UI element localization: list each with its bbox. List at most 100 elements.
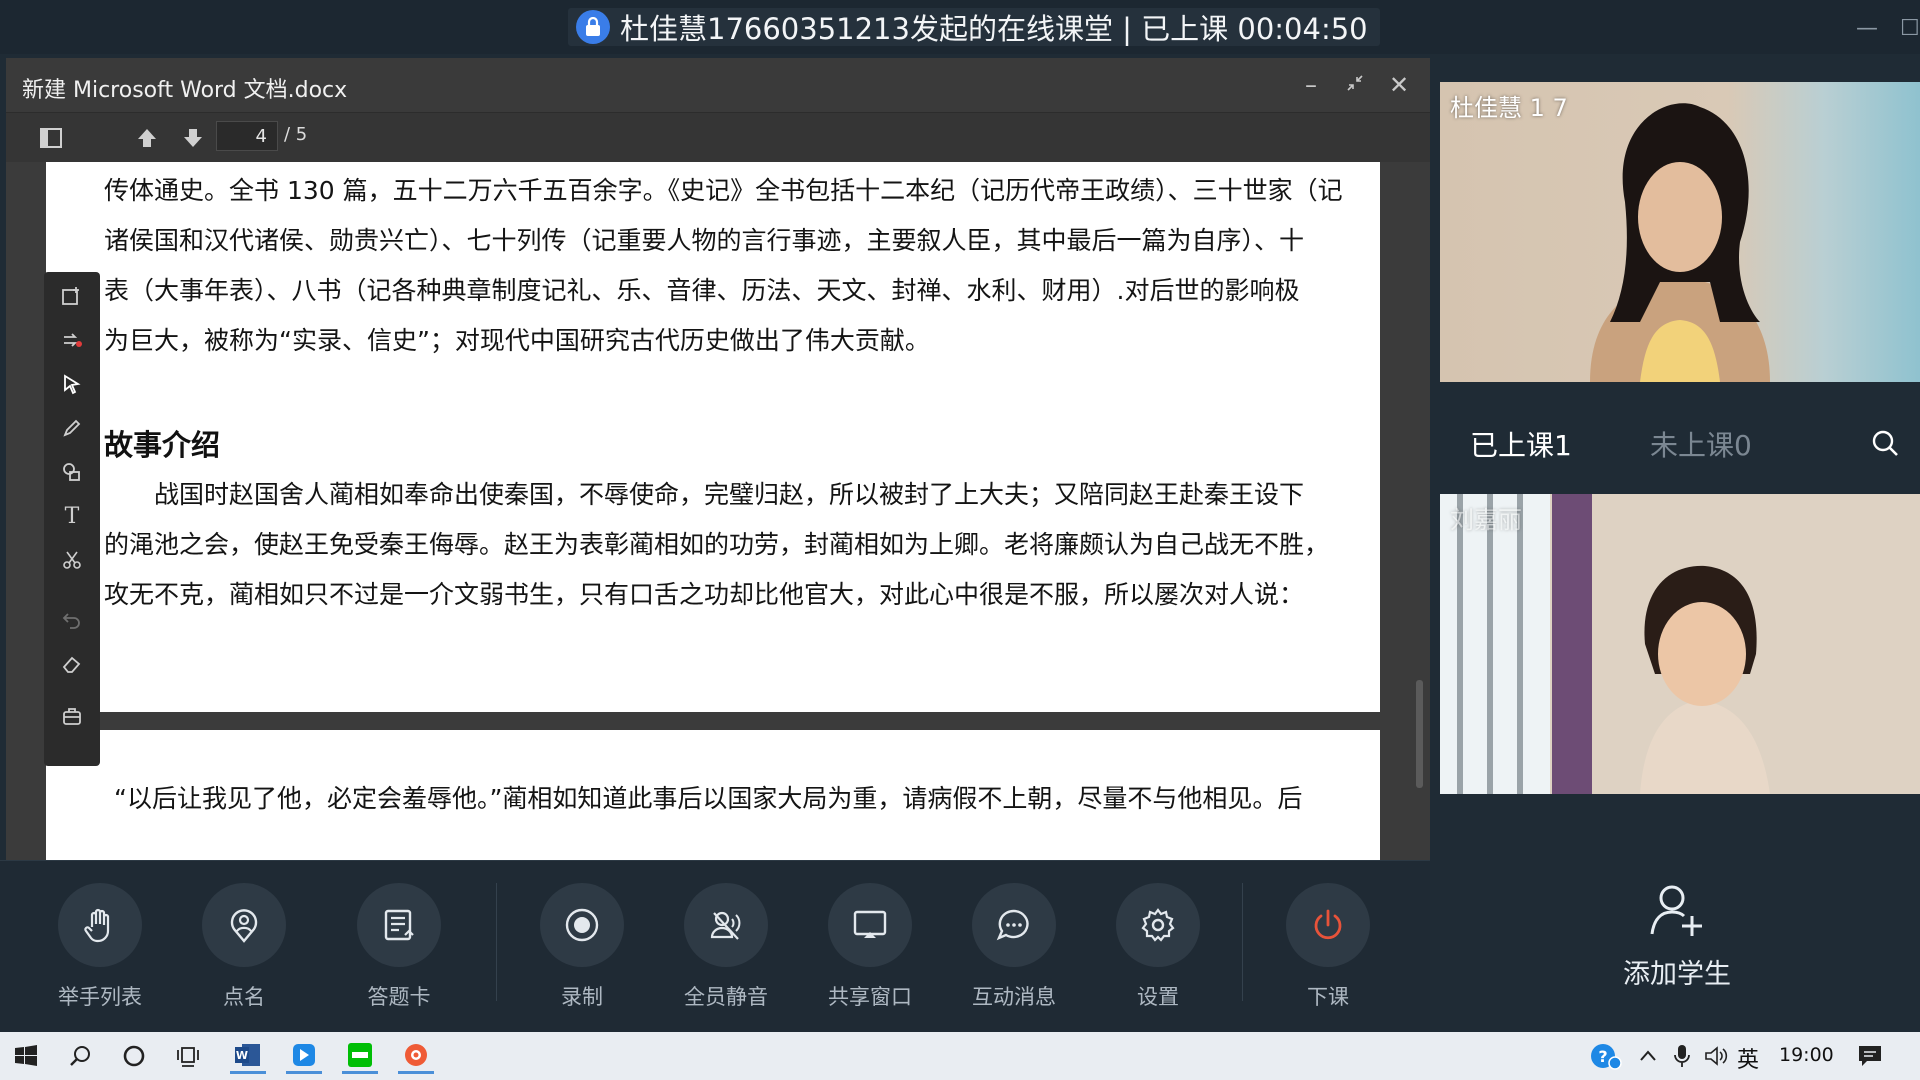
mute-all-button[interactable]: 全员静音 [666, 883, 786, 1011]
page-total: / 5 [284, 124, 308, 145]
document-viewer-window: 新建 Microsoft Word 文档.docx – ✕ / 5 传体通史。全… [6, 58, 1430, 860]
control-label: 下课 [1307, 985, 1349, 1009]
notification-icon[interactable] [1852, 1038, 1888, 1074]
control-label: 共享窗口 [828, 985, 912, 1009]
teacher-name: 杜佳慧 1 7 [1450, 94, 1568, 122]
sidebar-toggle-icon[interactable] [36, 123, 66, 153]
new-page-icon[interactable] [58, 282, 86, 310]
undo-icon[interactable] [58, 606, 86, 634]
doc-line: 诸侯国和汉代诸侯、勋贵兴亡）、七十列传（记重要人物的言行事迹，主要叙人臣，其中最… [104, 226, 1305, 255]
windows-start-icon[interactable] [8, 1038, 44, 1074]
doc-restore-icon[interactable] [1340, 70, 1370, 100]
hand-icon [58, 883, 142, 967]
svg-text:W: W [236, 1049, 248, 1062]
doc-close-icon[interactable]: ✕ [1384, 70, 1414, 100]
select-cursor-icon[interactable] [58, 370, 86, 398]
help-icon[interactable]: ? [1588, 1038, 1624, 1074]
page-up-icon[interactable] [132, 123, 162, 153]
input-method-indicator[interactable]: 英 [1737, 1042, 1759, 1074]
volume-icon[interactable] [1698, 1038, 1734, 1074]
doc-line: 表（大事年表）、八书（记各种典章制度记礼、乐、音律、历法、天文、封禅、水利、财用… [104, 276, 1300, 305]
tab-joined[interactable]: 已上课1 [1470, 424, 1572, 464]
task-view-icon[interactable] [170, 1038, 206, 1074]
microphone-icon[interactable] [1664, 1038, 1700, 1074]
record-icon [540, 883, 624, 967]
add-student-button[interactable]: 添加学生 [1582, 878, 1772, 991]
maximize-icon[interactable]: ☐ [1900, 16, 1920, 41]
divider [496, 883, 497, 1001]
share-window-button[interactable]: 共享窗口 [810, 883, 930, 1011]
search-icon[interactable] [62, 1038, 98, 1074]
chat-icon [972, 883, 1056, 967]
scissors-icon[interactable] [58, 546, 86, 574]
svg-text:?: ? [1598, 1047, 1607, 1066]
page-number-input[interactable] [216, 121, 278, 151]
record-button[interactable]: 录制 [522, 883, 642, 1011]
chevron-up-icon[interactable] [1630, 1038, 1666, 1074]
classroom-app-icon[interactable] [286, 1038, 322, 1074]
student-video[interactable]: 刘嘉丽 [1440, 494, 1920, 794]
recorder-app-icon[interactable] [398, 1038, 434, 1074]
document-page: “以后让我见了他，必定会羞辱他。”蔺相如知道此事后以国家大局为重，请病假不上朝，… [46, 730, 1380, 860]
control-label: 全员静音 [684, 985, 768, 1009]
mute-all-icon [684, 883, 768, 967]
doc-line: 攻无不克，蔺相如只不过是一介文弱书生，只有口舌之功却比他官大，对此心中很是不服，… [104, 580, 1305, 609]
teacher-video[interactable]: 杜佳慧 1 7 [1440, 82, 1920, 382]
add-student-label: 添加学生 [1623, 959, 1731, 990]
divider [1242, 883, 1243, 1001]
document-page: 传体通史。全书 130 篇，五十二万六千五百余字。《史记》全书包括十二本纪（记历… [46, 162, 1380, 712]
roll-call-icon [202, 883, 286, 967]
annotation-toolbar: T [44, 272, 100, 766]
page-down-icon[interactable] [178, 123, 208, 153]
tab-not-joined[interactable]: 未上课0 [1650, 424, 1752, 464]
section-heading: 故事介绍 [104, 428, 221, 462]
control-label: 点名 [223, 985, 265, 1009]
roll-call-button[interactable]: 点名 [184, 883, 304, 1011]
eraser-icon[interactable] [58, 650, 86, 678]
teacher-video-frame [1440, 82, 1920, 382]
session-title-box: 杜佳慧17660351213发起的在线课堂 | 已上课 00:04:50 [568, 8, 1380, 46]
clock[interactable]: 19:00 [1779, 1044, 1834, 1066]
settings-button[interactable]: 设置 [1098, 883, 1218, 1011]
control-label: 设置 [1137, 985, 1179, 1009]
minimize-icon[interactable]: — [1856, 16, 1878, 41]
gear-icon [1116, 883, 1200, 967]
text-tool-icon[interactable]: T [58, 502, 86, 530]
title-bar: 杜佳慧17660351213发起的在线课堂 | 已上课 00:04:50 — ☐ [0, 0, 1920, 54]
iqiyi-app-icon[interactable] [342, 1038, 378, 1074]
doc-line: 为巨大，被称为“实录、信史”；对现代中国研究古代历史做出了伟大贡献。 [104, 326, 930, 355]
student-name: 刘嘉丽 [1450, 506, 1522, 534]
control-label: 录制 [561, 985, 603, 1009]
student-video-frame [1440, 494, 1920, 794]
cortana-icon[interactable] [116, 1038, 152, 1074]
word-app-icon[interactable]: W [230, 1038, 266, 1074]
document-canvas[interactable]: 传体通史。全书 130 篇，五十二万六千五百余字。《史记》全书包括十二本纪（记历… [6, 162, 1430, 860]
shapes-icon[interactable] [58, 458, 86, 486]
control-label: 举手列表 [58, 985, 142, 1009]
windows-taskbar: W ? 英 19:00 [0, 1032, 1920, 1080]
document-scrollbar[interactable] [1416, 680, 1423, 788]
doc-line: 的渑池之会，使赵王免受秦王侮辱。赵王为表彰蔺相如的功劳，封蔺相如为上卿。老将廉颇… [104, 530, 1330, 559]
pen-icon[interactable] [58, 414, 86, 442]
interactive-messages-button[interactable]: 互动消息 [954, 883, 1074, 1011]
end-class-button[interactable]: 下课 [1268, 883, 1388, 1011]
add-user-icon [1646, 878, 1708, 944]
answer-card-icon [357, 883, 441, 967]
toolbox-icon[interactable] [58, 702, 86, 730]
answer-card-button[interactable]: 答题卡 [339, 883, 459, 1011]
doc-line: “以后让我见了他，必定会羞辱他。”蔺相如知道此事后以国家大局为重，请病假不上朝，… [114, 784, 1303, 813]
hand-raise-list-button[interactable]: 举手列表 [40, 883, 160, 1011]
classroom-control-bar: 举手列表 点名 答题卡 录制 全员静音 共享窗口 互动消息 设置 下课 [0, 860, 1430, 1032]
control-label: 互动消息 [972, 985, 1056, 1009]
lock-icon [576, 10, 610, 44]
doc-line: 战国时赵国舍人蔺相如奉命出使秦国，不辱使命，完璧归赵，所以被封了上大夫；又陪同赵… [104, 480, 1305, 509]
search-icon[interactable] [1870, 428, 1900, 462]
control-label: 答题卡 [367, 985, 431, 1009]
laser-pointer-icon[interactable] [58, 326, 86, 354]
power-icon [1286, 883, 1370, 967]
attendance-tabs: 已上课1 未上课0 [1432, 414, 1920, 474]
document-header: 新建 Microsoft Word 文档.docx – ✕ [6, 58, 1430, 112]
doc-minimize-icon[interactable]: – [1296, 70, 1326, 100]
share-window-icon [828, 883, 912, 967]
participants-panel: 杜佳慧 1 7 已上课1 未上课0 刘嘉丽 添加学生 [1432, 58, 1920, 1032]
